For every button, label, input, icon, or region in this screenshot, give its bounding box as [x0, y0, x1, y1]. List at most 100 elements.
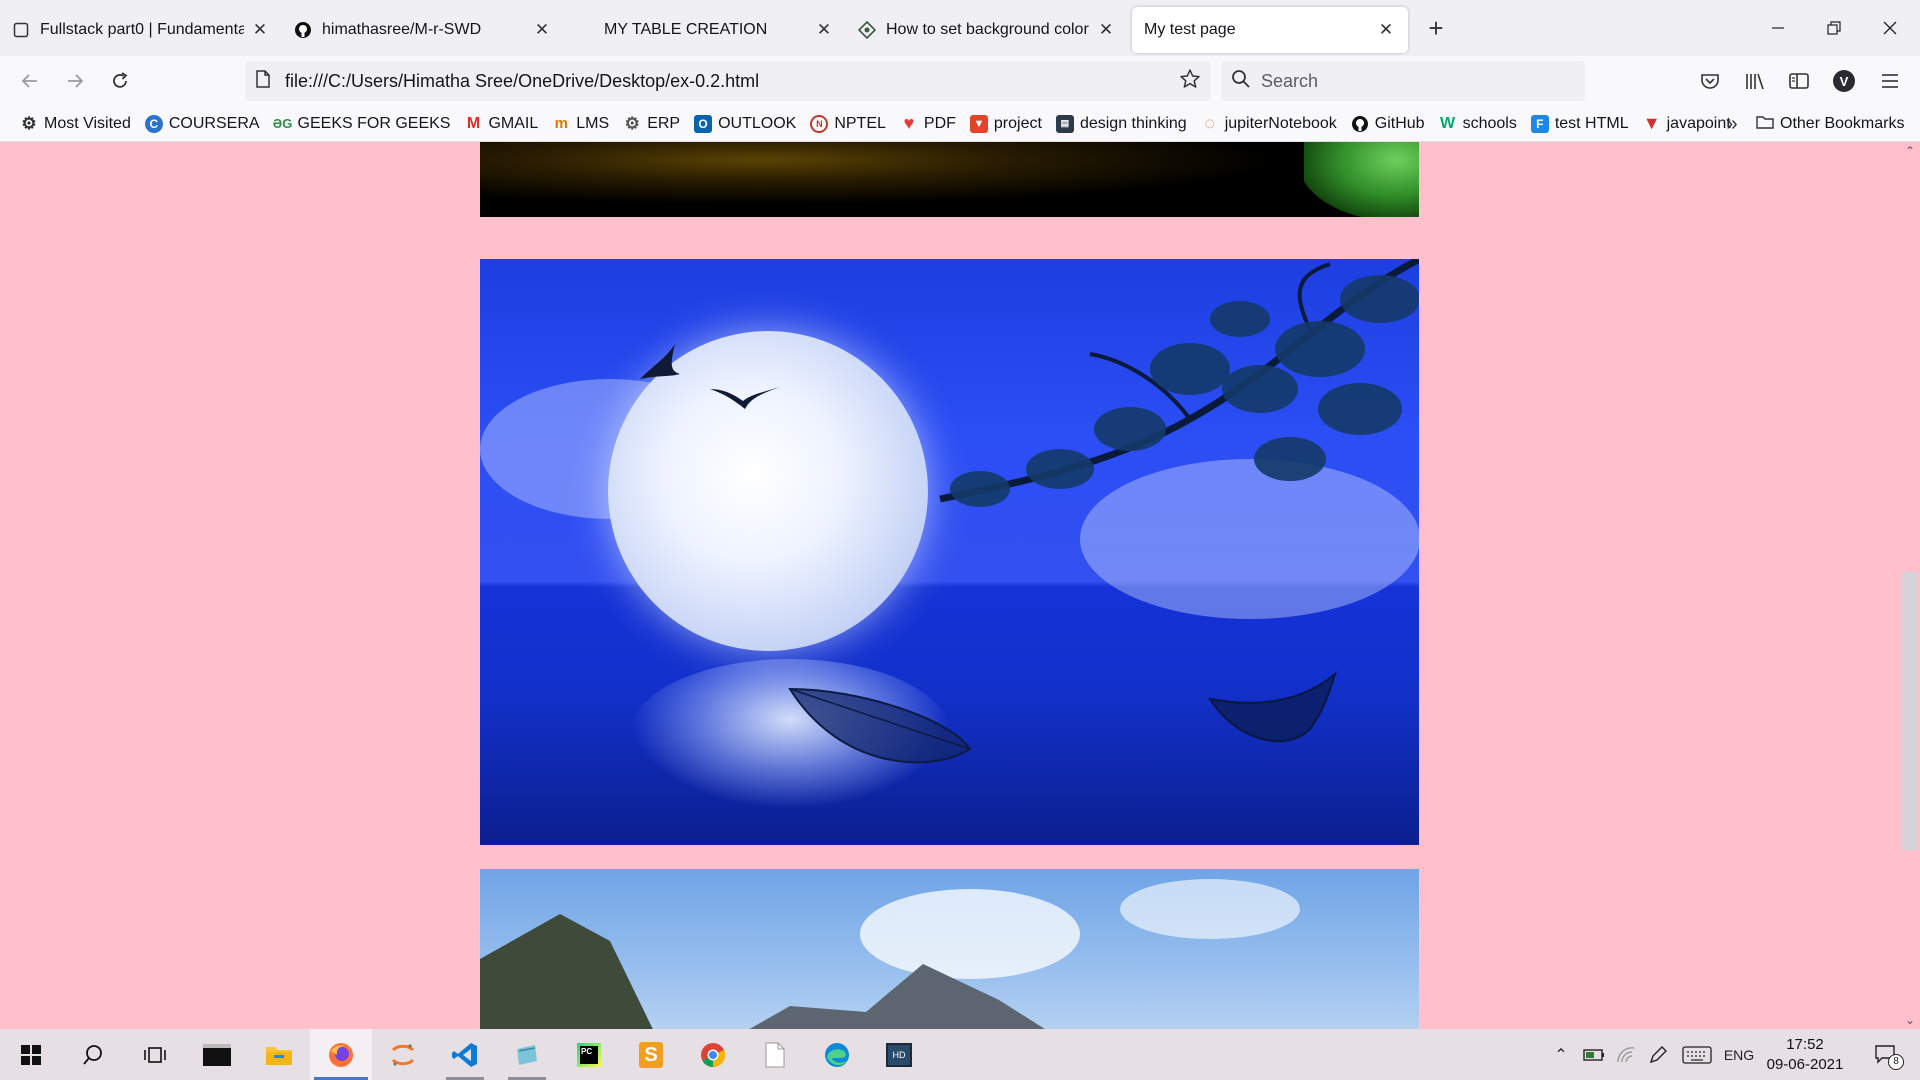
mountain-shape: [480, 914, 680, 1029]
system-clock[interactable]: 17:52 09-06-2021: [1760, 1035, 1850, 1075]
bookmark-github[interactable]: GitHub: [1345, 110, 1431, 138]
pen-icon[interactable]: [1644, 1029, 1672, 1080]
search-input[interactable]: [1261, 70, 1561, 92]
restore-button[interactable]: [1806, 0, 1862, 56]
show-hidden-icons-chevron-icon[interactable]: ⌃: [1550, 1029, 1572, 1080]
book-icon: ▤: [1055, 114, 1074, 133]
geeks-diamond-icon: [858, 21, 876, 39]
scroll-up-arrow-icon[interactable]: ⌃: [1900, 142, 1920, 160]
tree-branch-graphic: [939, 259, 1419, 507]
page-content: [0, 142, 1900, 1029]
bookmark-star-icon[interactable]: [1179, 68, 1201, 95]
lms-icon: m: [554, 115, 568, 132]
tab-strip: Fullstack part0 | Fundamentals ✕ himatha…: [0, 0, 1920, 56]
sidebar-icon[interactable]: [1779, 61, 1819, 101]
bookmark-label: test HTML: [1554, 114, 1629, 132]
firefox-app-icon[interactable]: [310, 1029, 372, 1080]
windows-taskbar: PC S HD ⌃ ENG 17:52 09-06-2021 8: [0, 1029, 1920, 1080]
bookmark-most-visited[interactable]: ⚙ Most Visited: [14, 110, 137, 138]
bookmark-coursera[interactable]: C COURSERA: [139, 110, 266, 138]
new-tab-button[interactable]: +: [1416, 8, 1456, 48]
vertical-scrollbar[interactable]: ⌃ ⌄: [1900, 142, 1920, 1029]
tab-title: Fullstack part0 | Fundamentals: [40, 21, 244, 38]
notification-count-badge: 8: [1888, 1053, 1904, 1070]
bookmark-label: GitHub: [1374, 114, 1425, 132]
bookmark-erp[interactable]: ⚙ ERP: [617, 110, 686, 138]
profile-avatar[interactable]: V: [1824, 61, 1864, 101]
floating-leaf-graphic: [788, 687, 972, 764]
bookmark-label: schools: [1462, 114, 1517, 132]
mountain-lake-image: [480, 869, 1419, 1029]
jupyter-icon: ◌: [1204, 113, 1216, 133]
tab-github[interactable]: himathasree/M-r-SWD ✕: [282, 7, 564, 53]
pocket-icon[interactable]: [1690, 61, 1730, 101]
file-app-icon[interactable]: [744, 1029, 806, 1080]
bookmark-outlook[interactable]: O OUTLOOK: [688, 110, 802, 138]
monitor-app-icon[interactable]: HD: [868, 1029, 930, 1080]
bookmark-lms[interactable]: m LMS: [546, 110, 615, 138]
bookmark-nptel[interactable]: N NPTEL: [804, 110, 892, 138]
notification-center-icon[interactable]: 8: [1866, 1029, 1906, 1080]
scroll-down-arrow-icon[interactable]: ⌄: [1900, 1011, 1920, 1029]
tab-title: MY TABLE CREATION: [604, 21, 768, 38]
minimize-button[interactable]: [1750, 0, 1806, 56]
forms-icon: F: [1530, 114, 1549, 133]
taskbar-search-icon[interactable]: [62, 1029, 124, 1080]
file-explorer-icon[interactable]: [248, 1029, 310, 1080]
language-indicator[interactable]: ENG: [1722, 1029, 1756, 1080]
bookmark-schools[interactable]: W schools: [1433, 110, 1523, 138]
scroll-thumb[interactable]: [1902, 572, 1918, 850]
bookmark-gmail[interactable]: M GMAIL: [458, 110, 544, 138]
battery-icon[interactable]: [1580, 1029, 1608, 1080]
coursera-icon: C: [144, 114, 163, 133]
tab-title: My test page: [1144, 21, 1236, 38]
keyboard-icon[interactable]: [1680, 1029, 1714, 1080]
tab-fullstack[interactable]: Fullstack part0 | Fundamentals ✕: [0, 7, 282, 53]
notepad-app-icon[interactable]: [496, 1029, 558, 1080]
back-button[interactable]: [10, 61, 50, 101]
chrome-app-icon[interactable]: [682, 1029, 744, 1080]
bookmark-label: GMAIL: [488, 114, 539, 132]
close-tab-icon[interactable]: ✕: [1376, 20, 1396, 40]
menu-icon[interactable]: [1870, 61, 1910, 101]
jupyter-app-icon[interactable]: [372, 1029, 434, 1080]
close-tab-icon[interactable]: ✕: [1096, 20, 1116, 40]
bookmark-label: NPTEL: [834, 114, 886, 132]
url-text[interactable]: file:///C:/Users/Himatha Sree/OneDrive/D…: [285, 71, 1179, 92]
page-icon: [12, 21, 30, 39]
close-window-button[interactable]: [1862, 0, 1918, 56]
start-button[interactable]: [0, 1029, 62, 1080]
vscode-app-icon[interactable]: [434, 1029, 496, 1080]
tab-table-creation[interactable]: MY TABLE CREATION ✕: [564, 7, 846, 53]
bookmark-label: LMS: [576, 114, 610, 132]
wifi-icon[interactable]: [1612, 1029, 1640, 1080]
close-tab-icon[interactable]: ✕: [814, 20, 834, 40]
close-tab-icon[interactable]: ✕: [250, 20, 270, 40]
more-bookmarks-chevron-icon[interactable]: »: [1720, 110, 1744, 138]
bookmark-geeksforgeeks[interactable]: ƏG GEEKS FOR GEEKS: [268, 110, 457, 138]
folder-icon: [1756, 114, 1774, 135]
search-bar[interactable]: [1221, 61, 1585, 101]
library-icon[interactable]: [1735, 61, 1775, 101]
tab-my-test-page[interactable]: My test page ✕: [1132, 7, 1408, 53]
tab-background-color[interactable]: How to set background color ✕: [846, 7, 1128, 53]
other-bookmarks-folder[interactable]: Other Bookmarks: [1756, 110, 1904, 138]
gfg-icon: ƏG: [272, 116, 293, 131]
bookmark-jupyter[interactable]: ◌ jupiterNotebook: [1195, 110, 1343, 138]
bookmark-label: jupiterNotebook: [1224, 114, 1337, 132]
bookmark-design-thinking[interactable]: ▤ design thinking: [1050, 110, 1193, 138]
close-tab-icon[interactable]: ✕: [532, 20, 552, 40]
url-bar[interactable]: file:///C:/Users/Himatha Sree/OneDrive/D…: [245, 61, 1211, 101]
reload-button[interactable]: [100, 61, 140, 101]
bookmark-test-html[interactable]: F test HTML: [1525, 110, 1635, 138]
pycharm-app-icon[interactable]: PC: [558, 1029, 620, 1080]
terminal-app-icon[interactable]: [186, 1029, 248, 1080]
edge-app-icon[interactable]: [806, 1029, 868, 1080]
task-view-icon[interactable]: [124, 1029, 186, 1080]
w3schools-icon: W: [1440, 114, 1456, 132]
sublime-text-app-icon[interactable]: S: [620, 1029, 682, 1080]
bookmark-project[interactable]: ▼ project: [964, 110, 1048, 138]
page-icon: [255, 69, 271, 93]
bookmark-pdf[interactable]: ♥ PDF: [894, 110, 962, 138]
forward-button[interactable]: [55, 61, 95, 101]
